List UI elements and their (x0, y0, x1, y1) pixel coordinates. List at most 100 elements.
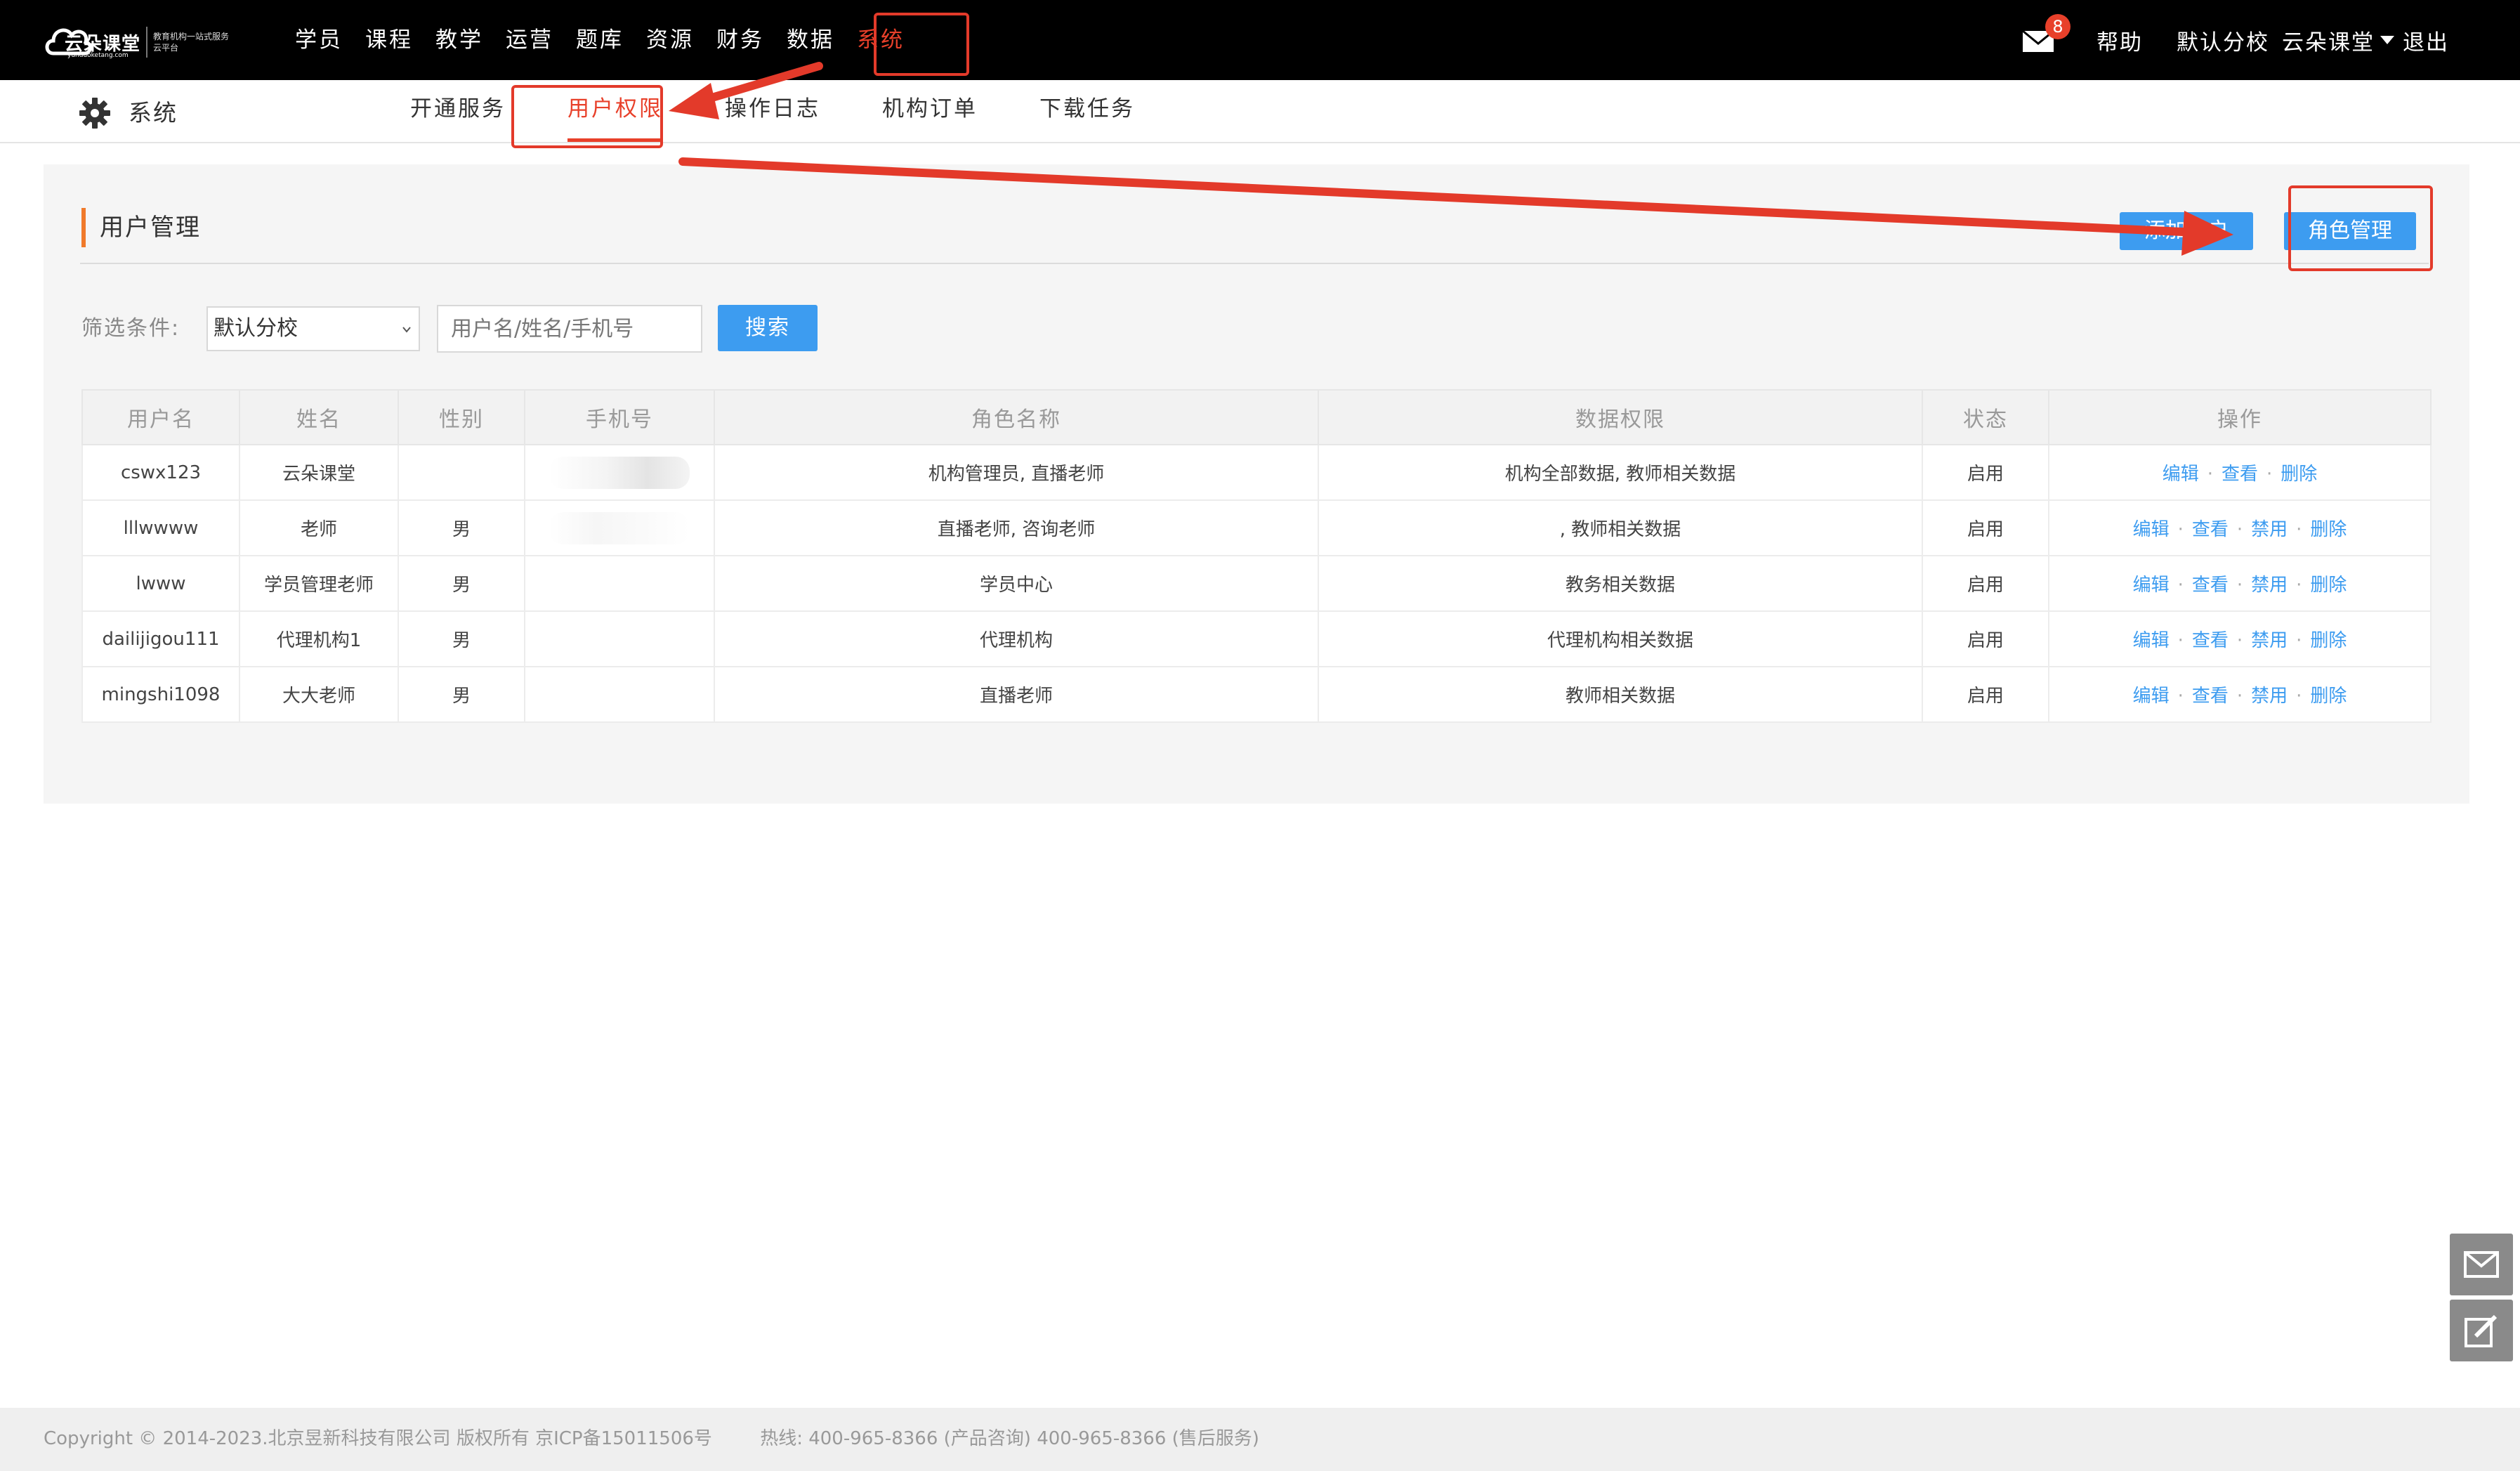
cell-gender: 男 (398, 499, 525, 556)
edit-link[interactable]: 编辑 (2133, 519, 2170, 540)
delete-link[interactable]: 删除 (2281, 464, 2317, 485)
tab-operation-log[interactable]: 操作日志 (694, 80, 851, 142)
filter-label: 筛选条件: (81, 316, 181, 341)
separator-dot: · (2177, 686, 2184, 707)
header-gender: 性别 (398, 389, 525, 445)
nav-item-question-bank[interactable]: 题库 (565, 0, 635, 80)
cell-username: dailijigou111 (81, 610, 240, 667)
delete-link[interactable]: 删除 (2310, 630, 2347, 651)
cell-name: 云朵课堂 (239, 444, 399, 501)
footer-text: Copyright © 2014-2023.北京昱新科技有限公司 版权所有 京I… (44, 1423, 1301, 1454)
nav-item-data[interactable]: 数据 (775, 0, 846, 80)
brand-logo[interactable]: 云朵课堂 yunduoketang.com 教育机构一站式服务云平台 (44, 14, 229, 65)
cell-gender: 男 (398, 555, 525, 612)
disable-link[interactable]: 禁用 (2251, 686, 2288, 707)
help-link[interactable]: 帮助 (2096, 25, 2143, 56)
cell-phone (524, 444, 715, 501)
cell-phone (524, 666, 715, 723)
user-menu[interactable]: 云朵课堂 (2282, 25, 2375, 56)
footer-copyright: Copyright © 2014-2023.北京昱新科技有限公司 版权所有 京I… (44, 1428, 712, 1449)
cell-actions: 编辑 · 查看 · 删除 (2048, 444, 2432, 501)
gear-icon (79, 98, 110, 129)
view-link[interactable]: 查看 (2192, 686, 2229, 707)
sub-tabs: 开通服务 用户权限 操作日志 机构订单 下载任务 (379, 80, 1166, 142)
cell-username: cswx123 (81, 444, 240, 501)
table-row: lllwwww 老师 男 直播老师, 咨询老师 , 教师相关数据 启用 编辑 · 查… (81, 499, 2432, 556)
cell-actions: 编辑 · 查看 · 禁用 · 删除 (2048, 666, 2432, 723)
section-title: 用户管理 (100, 214, 201, 242)
cell-roles: 直播老师, 咨询老师 (714, 499, 1319, 556)
nav-item-courses[interactable]: 课程 (354, 0, 424, 80)
message-button[interactable] (2450, 1234, 2513, 1295)
cell-actions: 编辑 · 查看 · 禁用 · 删除 (2048, 555, 2432, 612)
header-username: 用户名 (81, 389, 240, 445)
cell-phone (524, 555, 715, 612)
cell-name: 代理机构1 (239, 610, 399, 667)
annotation-highlight-role (2288, 185, 2433, 271)
feedback-button[interactable] (2450, 1300, 2513, 1361)
table-row: cswx123 云朵课堂 机构管理员, 直播老师 机构全部数据, 教师相关数据 … (81, 444, 2432, 501)
separator-dot: · (2236, 575, 2243, 596)
header-roles: 角色名称 (714, 389, 1319, 445)
disable-link[interactable]: 禁用 (2251, 519, 2288, 540)
header-status: 状态 (1922, 389, 2049, 445)
table-header-row: 用户名 姓名 性别 手机号 角色名称 数据权限 状态 操作 (81, 389, 2432, 445)
header-phone: 手机号 (524, 389, 715, 445)
add-user-button[interactable]: 添加用户 (2120, 212, 2253, 250)
delete-link[interactable]: 删除 (2310, 519, 2347, 540)
cell-username: lwww (81, 555, 240, 612)
view-link[interactable]: 查看 (2222, 464, 2258, 485)
view-link[interactable]: 查看 (2192, 519, 2229, 540)
campus-select[interactable]: 默认分校 (206, 306, 420, 351)
view-link[interactable]: 查看 (2192, 630, 2229, 651)
separator-dot: · (2177, 519, 2184, 540)
cell-roles: 代理机构 (714, 610, 1319, 667)
table-row: dailijigou111 代理机构1 男 代理机构 代理机构相关数据 启用 编… (81, 610, 2432, 667)
nav-item-resources[interactable]: 资源 (635, 0, 705, 80)
cell-name: 大大老师 (239, 666, 399, 723)
cell-actions: 编辑 · 查看 · 禁用 · 删除 (2048, 610, 2432, 667)
disable-link[interactable]: 禁用 (2251, 630, 2288, 651)
cell-data-scope: , 教师相关数据 (1318, 499, 1923, 556)
separator-dot: · (2207, 464, 2213, 485)
separator-dot: · (2236, 630, 2243, 651)
separator-dot: · (2296, 575, 2302, 596)
cell-username: mingshi1098 (81, 666, 240, 723)
campus-name: 默认分校 (2177, 30, 2269, 55)
logout-link[interactable]: 退出 (2403, 25, 2449, 56)
annotation-highlight-tab (511, 85, 663, 148)
cell-actions: 编辑 · 查看 · 禁用 · 删除 (2048, 499, 2432, 556)
edit-link[interactable]: 编辑 (2133, 575, 2170, 596)
caret-down-icon[interactable] (2380, 36, 2394, 44)
disable-link[interactable]: 禁用 (2251, 575, 2288, 596)
edit-link[interactable]: 编辑 (2133, 686, 2170, 707)
section-marker (81, 208, 86, 247)
edit-icon (2465, 1314, 2498, 1347)
sub-header (0, 80, 2520, 143)
edit-link[interactable]: 编辑 (2133, 630, 2170, 651)
view-link[interactable]: 查看 (2192, 575, 2229, 596)
search-input[interactable] (437, 305, 702, 353)
cell-roles: 机构管理员, 直播老师 (714, 444, 1319, 501)
nav-item-students[interactable]: 学员 (284, 0, 354, 80)
delete-link[interactable]: 删除 (2310, 575, 2347, 596)
annotation-highlight-system (874, 13, 969, 76)
chevron-down-icon (402, 327, 411, 333)
cell-username: lllwwww (81, 499, 240, 556)
nav-item-finance[interactable]: 财务 (705, 0, 775, 80)
delete-link[interactable]: 删除 (2310, 686, 2347, 707)
edit-link[interactable]: 编辑 (2163, 464, 2199, 485)
cell-name: 学员管理老师 (239, 555, 399, 612)
nav-item-teaching[interactable]: 教学 (424, 0, 494, 80)
main-nav: 学员 课程 教学 运营 题库 资源 财务 数据 系统 (284, 0, 916, 80)
tab-download-tasks[interactable]: 下载任务 (1009, 80, 1166, 142)
search-button[interactable]: 搜索 (718, 305, 818, 351)
cell-roles: 学员中心 (714, 555, 1319, 612)
header-data-scope: 数据权限 (1318, 389, 1923, 445)
tab-org-orders[interactable]: 机构订单 (851, 80, 1009, 142)
cell-status: 启用 (1922, 666, 2049, 723)
redacted-phone (549, 456, 690, 489)
nav-item-operations[interactable]: 运营 (494, 0, 565, 80)
section-divider (80, 263, 2429, 264)
cell-data-scope: 教务相关数据 (1318, 555, 1923, 612)
